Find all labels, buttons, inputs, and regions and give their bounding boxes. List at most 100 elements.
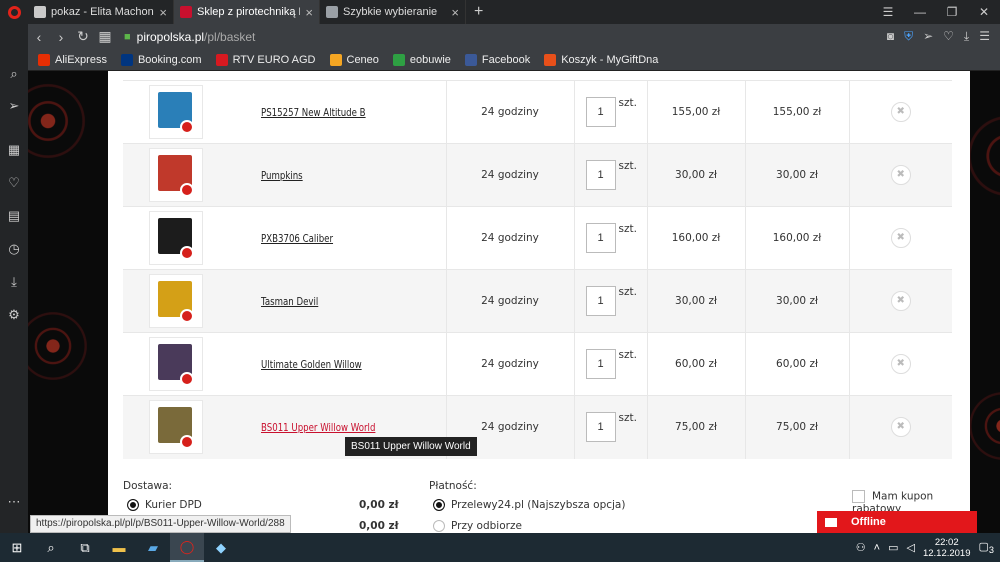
tab-piropolska[interactable]: Sklep z pirotechniką PiroPo ×	[174, 0, 320, 24]
url-field[interactable]: piropolska.pl/pl/basket	[137, 30, 256, 44]
unit-label: szt.	[618, 160, 637, 172]
product-image[interactable]	[148, 274, 203, 328]
heart-icon[interactable]: ♡	[943, 29, 954, 44]
remove-item-icon[interactable]: ✖	[890, 354, 911, 374]
sale-badge-icon	[179, 246, 194, 260]
notifications-icon[interactable]: ▢3	[979, 540, 995, 555]
chevron-up-icon[interactable]: ˄	[874, 542, 880, 554]
adblock-shield-icon[interactable]: ⛨	[904, 29, 913, 44]
grid-icon	[326, 6, 338, 18]
row-total: 30,00 zł	[744, 269, 849, 333]
chat-widget[interactable]: Offline	[817, 511, 977, 533]
quantity-input[interactable]: 1	[585, 349, 616, 379]
product-link[interactable]: Ultimate Golden Willow	[261, 359, 362, 371]
quantity-input[interactable]: 1	[585, 160, 616, 190]
task-view-icon[interactable]: ⧉	[68, 533, 102, 562]
search-icon[interactable]: ⌕	[34, 533, 68, 562]
settings-icon[interactable]: ⚙	[0, 307, 28, 323]
restore-icon[interactable]: ❐	[936, 0, 968, 24]
opera-taskbar-icon[interactable]: ◯	[170, 533, 204, 562]
bookmark-icon	[215, 53, 228, 66]
product-link[interactable]: PXB3706 Caliber	[261, 233, 333, 245]
delivery-price: 0,00 zł	[359, 499, 399, 511]
menu-icon[interactable]: ☰	[979, 29, 990, 44]
product-link[interactable]: BS011 Upper Willow World	[261, 422, 375, 434]
minimize-icon[interactable]: —	[904, 0, 936, 24]
remove-item-icon[interactable]: ✖	[890, 165, 911, 185]
quantity-input[interactable]: 1	[585, 412, 616, 443]
remove-item-icon[interactable]: ✖	[890, 102, 911, 122]
app-taskbar-icon[interactable]: ◆	[204, 533, 238, 562]
product-image[interactable]	[148, 211, 203, 265]
windows-start-icon[interactable]: ⊞	[0, 533, 34, 562]
remove-item-icon[interactable]: ✖	[890, 417, 911, 438]
radio-selected-icon[interactable]	[433, 499, 445, 511]
product-link[interactable]: Tasman Devil	[261, 296, 318, 308]
heart-icon[interactable]: ♡	[0, 175, 28, 191]
news-icon[interactable]: ▤	[0, 208, 28, 224]
bookmark-facebook[interactable]: Facebook	[464, 53, 531, 66]
tab-title: pokaz - Elita Machonego	[51, 6, 154, 18]
product-name-cell: Tasman Devil	[228, 269, 446, 333]
tab-menu-icon[interactable]: ☰	[872, 0, 904, 24]
product-image-cell	[123, 395, 228, 459]
flow-icon[interactable]: ➢	[923, 29, 933, 44]
bookmark-booking[interactable]: Booking.com	[120, 53, 202, 66]
quantity-input[interactable]: 1	[585, 286, 616, 316]
history-icon[interactable]: ◷	[0, 241, 28, 257]
camera-icon[interactable]: ◙	[887, 29, 894, 44]
remove-item-icon[interactable]: ✖	[890, 291, 911, 311]
bookmark-eobuwie[interactable]: eobuwie	[392, 53, 451, 66]
tab-pokaz[interactable]: pokaz - Elita Machonego ×	[28, 0, 174, 24]
back-icon[interactable]: ‹	[28, 29, 50, 45]
desktop-icon[interactable]: ▰	[136, 533, 170, 562]
quantity-cell: 1szt.	[573, 269, 647, 333]
product-link[interactable]: PS15257 New Altitude B	[261, 107, 366, 119]
forward-icon[interactable]: ›	[50, 29, 72, 45]
bookmark-ceneo[interactable]: Ceneo	[329, 53, 379, 66]
quantity-input[interactable]: 1	[585, 223, 616, 253]
url-path: /pl/basket	[204, 29, 256, 44]
payment-option-przelewy24[interactable]: Przelewy24.pl (Najszybsza opcja)	[433, 499, 625, 511]
product-image[interactable]	[148, 400, 203, 455]
file-explorer-icon[interactable]: ▬	[102, 533, 136, 562]
reload-icon[interactable]: ↻	[72, 28, 94, 45]
link-tooltip: BS011 Upper Willow World	[345, 437, 477, 456]
product-image[interactable]	[148, 85, 203, 139]
tabs-grid-icon[interactable]: ▦	[94, 28, 116, 45]
bookmark-rtv-euro-agd[interactable]: RTV EURO AGD	[215, 53, 316, 66]
more-icon[interactable]: ⋯	[0, 494, 28, 510]
volume-icon[interactable]: ◁	[906, 541, 914, 554]
product-image[interactable]	[148, 337, 203, 391]
radio-icon[interactable]	[433, 520, 445, 532]
speed-dial-icon[interactable]: ▦	[0, 142, 28, 158]
tab-speed-dial[interactable]: Szybkie wybieranie ×	[320, 0, 466, 24]
close-tab-icon[interactable]: ×	[159, 5, 167, 20]
close-tab-icon[interactable]: ×	[451, 5, 459, 20]
bookmark-label: Facebook	[481, 53, 531, 66]
close-tab-icon[interactable]: ×	[305, 5, 313, 20]
search-icon[interactable]: ⌕	[0, 66, 28, 82]
people-icon[interactable]: ⚇	[856, 541, 866, 554]
close-window-icon[interactable]: ✕	[968, 0, 1000, 24]
new-tab-button[interactable]: +	[466, 3, 491, 21]
product-link[interactable]: Pumpkins	[261, 170, 303, 182]
quantity-input[interactable]: 1	[585, 97, 616, 127]
address-bar: ‹ › ↻ ▦ ■ piropolska.pl/pl/basket ◙ ⛨ ➢ …	[28, 24, 1000, 49]
downloads-icon[interactable]: ⤓	[0, 274, 28, 290]
checkbox-icon[interactable]	[852, 490, 865, 503]
send-icon[interactable]: ➢	[0, 98, 28, 114]
radio-selected-icon[interactable]	[127, 499, 139, 511]
bookmark-aliexpress[interactable]: AliExpress	[38, 53, 107, 66]
bookmark-mygiftdna[interactable]: Koszyk - MyGiftDna	[544, 53, 658, 66]
clock[interactable]: 22:02 12.12.2019	[923, 537, 971, 559]
opera-menu-icon[interactable]	[0, 0, 28, 24]
basket-page: PS15257 New Altitude B 24 godziny 1szt. 155…	[108, 71, 970, 533]
product-image[interactable]	[148, 148, 203, 202]
network-icon[interactable]: ▭	[888, 541, 898, 554]
remove-item-icon[interactable]: ✖	[890, 228, 911, 248]
delivery-option-dpd[interactable]: Kurier DPD	[127, 499, 202, 511]
sale-badge-icon	[179, 183, 194, 197]
download-icon[interactable]: ⤓	[964, 29, 969, 44]
payment-option-cod[interactable]: Przy odbiorze	[433, 520, 522, 532]
